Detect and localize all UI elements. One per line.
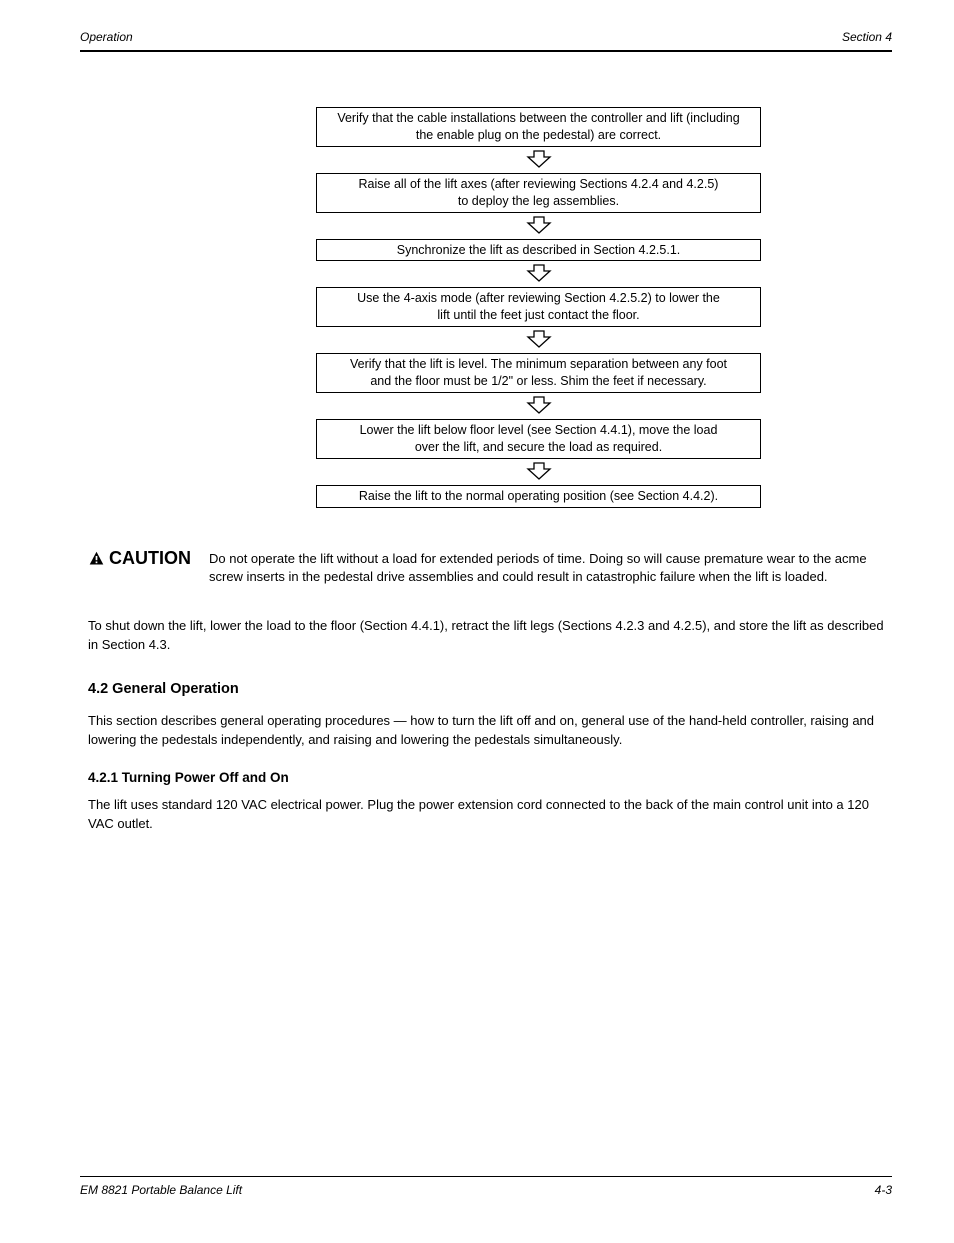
flow-step-1: Verify that the cable installations betw… [316,107,761,147]
flowchart: Verify that the cable installations betw… [211,107,761,508]
caution-text: Do not operate the lift without a load f… [209,548,892,586]
header-left: Operation [80,30,133,44]
arrow-down-icon [316,149,761,171]
flow-step-6: Lower the lift below floor level (see Se… [316,419,761,459]
arrow-down-icon [316,215,761,237]
caution-word: CAUTION [109,548,191,569]
para-power: The lift uses standard 120 VAC electrica… [80,795,892,834]
header-right: Section 4 [842,30,892,44]
para-general-op: This section describes general operating… [80,711,892,750]
flow-step-4: Use the 4-axis mode (after reviewing Sec… [316,287,761,327]
footer-left: EM 8821 Portable Balance Lift [80,1183,242,1197]
flow-step-5: Verify that the lift is level. The minim… [316,353,761,393]
para-shutdown: To shut down the lift, lower the load to… [80,616,892,655]
warning-icon [88,550,105,567]
heading-4-2: 4.2 General Operation [88,681,892,697]
page-header: Operation Section 4 [80,30,892,52]
arrow-down-icon [316,461,761,483]
heading-4-2-1: 4.2.1 Turning Power Off and On [88,770,892,785]
arrow-down-icon [316,329,761,351]
flow-step-7: Raise the lift to the normal operating p… [316,485,761,508]
caution-label: CAUTION [88,548,191,569]
page-footer: EM 8821 Portable Balance Lift 4-3 [80,1176,892,1197]
arrow-down-icon [316,395,761,417]
caution-block: CAUTION Do not operate the lift without … [80,548,892,586]
flow-step-2: Raise all of the lift axes (after review… [316,173,761,213]
arrow-down-icon [316,263,761,285]
flow-step-3: Synchronize the lift as described in Sec… [316,239,761,262]
footer-right: 4-3 [875,1183,892,1197]
